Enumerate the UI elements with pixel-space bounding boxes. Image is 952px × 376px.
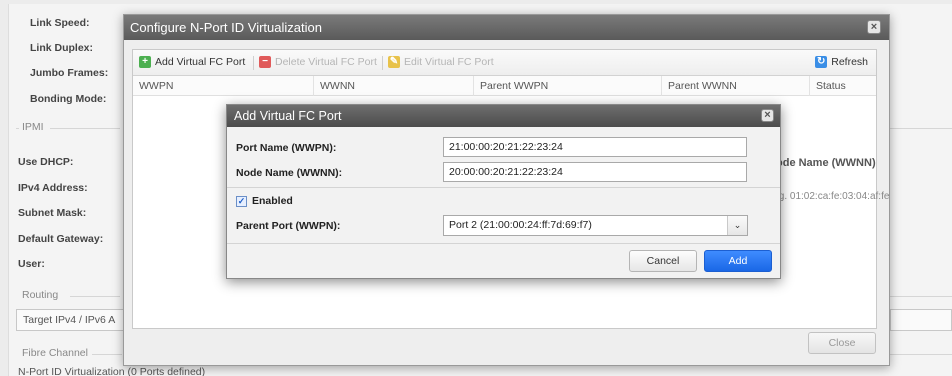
- configure-npiv-title: Configure N-Port ID Virtualization: [130, 20, 322, 35]
- fibre-channel-section-title: Fibre Channel: [22, 347, 88, 359]
- check-icon: ✓: [237, 196, 246, 206]
- parent-port-select[interactable]: Port 2 (21:00:00:24:ff:7d:69:f7) ⌄: [443, 215, 748, 236]
- enabled-label: Enabled: [252, 195, 293, 207]
- column-header-status[interactable]: Status: [809, 76, 878, 96]
- node-name-label: Node Name (WWNN):: [236, 167, 343, 179]
- bonding-mode-label: Bonding Mode:: [30, 93, 107, 105]
- delete-virtual-fc-port-label: Delete Virtual FC Port: [275, 56, 377, 68]
- refresh-icon: ↻: [815, 56, 828, 68]
- port-name-input[interactable]: [443, 137, 747, 157]
- right-divider-fibre: [890, 354, 952, 355]
- close-button[interactable]: Close: [808, 332, 876, 354]
- link-speed-label: Link Speed:: [30, 17, 90, 29]
- link-duplex-label: Link Duplex:: [30, 42, 94, 54]
- column-header-parent-wwpn[interactable]: Parent WWPN: [473, 76, 661, 96]
- user-label: User:: [18, 258, 45, 270]
- column-header-wwnn[interactable]: WWNN: [313, 76, 473, 96]
- refresh-label: Refresh: [831, 56, 868, 68]
- ipmi-divider-left: [16, 128, 19, 129]
- ipmi-section-title: IPMI: [22, 121, 44, 133]
- column-header-wwpn[interactable]: WWPN: [133, 76, 313, 96]
- port-name-label: Port Name (WWPN):: [236, 142, 337, 154]
- cancel-button[interactable]: Cancel: [629, 250, 697, 272]
- add-virtual-fc-port-dialog: Add Virtual FC Port × Port Name (WWPN): …: [226, 104, 781, 279]
- routing-field-right: [890, 309, 952, 331]
- minus-icon: −: [259, 56, 271, 68]
- enabled-checkbox[interactable]: ✓: [236, 196, 247, 207]
- add-button[interactable]: Add: [704, 250, 772, 272]
- form-divider: [227, 187, 780, 188]
- configure-npiv-title-bar: Configure N-Port ID Virtualization ×: [124, 15, 889, 40]
- plus-icon: +: [139, 56, 151, 68]
- jumbo-frames-label: Jumbo Frames:: [30, 67, 109, 79]
- pencil-icon: ✎: [388, 56, 400, 68]
- subnet-mask-label: Subnet Mask:: [18, 207, 87, 219]
- add-virtual-fc-port-title-bar: Add Virtual FC Port ×: [227, 105, 780, 127]
- fibre-channel-divider: [92, 354, 122, 355]
- routing-divider: [70, 296, 120, 297]
- default-gateway-label: Default Gateway:: [18, 233, 104, 245]
- use-dhcp-label: Use DHCP:: [18, 156, 74, 168]
- ipmi-divider: [50, 128, 120, 129]
- column-header-parent-wwnn[interactable]: Parent WWNN: [661, 76, 809, 96]
- edit-virtual-fc-port-label: Edit Virtual FC Port: [404, 56, 494, 68]
- refresh-button[interactable]: ↻ Refresh: [815, 56, 868, 68]
- routing-target-field[interactable]: Target IPv4 / IPv6 A: [16, 309, 126, 331]
- right-divider-routing: [890, 296, 952, 297]
- grid-toolbar: + Add Virtual FC Port − Delete Virtual F…: [133, 50, 876, 76]
- node-name-input[interactable]: [443, 162, 747, 182]
- right-divider-ipmi: [890, 128, 952, 129]
- close-icon[interactable]: ×: [761, 109, 774, 122]
- routing-section-title: Routing: [22, 289, 59, 301]
- close-icon[interactable]: ×: [867, 20, 881, 34]
- add-virtual-fc-port-title: Add Virtual FC Port: [234, 109, 342, 123]
- add-virtual-fc-port-button[interactable]: + Add Virtual FC Port: [139, 56, 245, 68]
- npiv-status-text: N-Port ID Virtualization (0 Ports define…: [18, 366, 206, 376]
- add-virtual-fc-port-label: Add Virtual FC Port: [155, 56, 246, 68]
- grid-header: WWPN WWNN Parent WWPN Parent WWNN Status: [133, 76, 876, 96]
- parent-port-label: Parent Port (WWPN):: [236, 220, 341, 232]
- button-divider: [227, 243, 780, 244]
- delete-virtual-fc-port-button[interactable]: − Delete Virtual FC Port: [259, 56, 377, 68]
- node-name-column-header: ode Name (WWNN): [776, 157, 876, 169]
- toolbar-separator: [382, 56, 383, 70]
- ipv4-address-label: IPv4 Address:: [18, 182, 88, 194]
- node-name-hint: .g. 01:02:ca:fe:03:04:af:fe: [776, 191, 890, 202]
- toolbar-separator: [253, 56, 254, 70]
- edit-virtual-fc-port-button[interactable]: ✎ Edit Virtual FC Port: [388, 56, 494, 68]
- parent-port-value: Port 2 (21:00:00:24:ff:7d:69:f7): [449, 219, 592, 231]
- chevron-down-icon[interactable]: ⌄: [727, 216, 747, 235]
